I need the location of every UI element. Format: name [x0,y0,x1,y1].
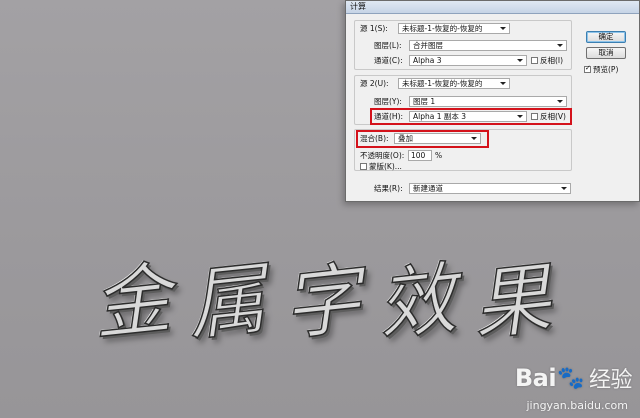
calculations-dialog: 计算 源 1(S): 未标题-1-恢复的-恢复的 图层(L): 合并图层 通道(… [345,0,640,202]
chevron-down-icon [500,27,506,30]
checkbox-icon [360,163,367,170]
paw-logo-icon: 🐾 [557,365,584,391]
artwork-char: 字 [277,253,366,352]
result-label: 结果(R): [374,184,403,193]
mask-checkbox[interactable]: 蒙版(K)... [360,161,402,172]
watermark-brand-left: Bai [514,364,557,392]
opacity-input[interactable]: 100 [408,150,432,161]
source1-layer-select[interactable]: 合并图层 [409,40,567,51]
result-select[interactable]: 新建通道 [409,183,571,194]
ok-button[interactable]: 确定 [586,31,626,43]
source2-layer-select[interactable]: 图层 1 [409,96,567,107]
source1-channel-select[interactable]: Alpha 3 [409,55,527,66]
source1-invert-checkbox[interactable]: 反相(I) [531,55,563,66]
source1-label: 源 1(S): [360,24,388,33]
source2-label: 源 2(U): [360,79,389,88]
artwork-char: 效 [372,253,461,352]
source1-layer-label: 图层(L): [374,41,402,50]
cancel-button[interactable]: 取消 [586,47,626,59]
opacity-unit: % [435,151,443,160]
chevron-down-icon [517,59,523,62]
chevron-down-icon [557,100,563,103]
source1-select[interactable]: 未标题-1-恢复的-恢复的 [398,23,510,34]
chevron-down-icon [561,187,567,190]
canvas: 金 属 字 效 果 Bai 🐾 经验 jingyan.baidu.com 计算 … [0,0,640,418]
artwork-char: 果 [467,253,556,352]
source2-select[interactable]: 未标题-1-恢复的-恢复的 [398,78,510,89]
source1-channel-label: 通道(C): [374,56,403,65]
channel2-highlight-box [370,108,572,125]
chevron-down-icon [500,82,506,85]
artwork-char: 属 [182,253,271,352]
source2-layer-label: 图层(Y): [374,97,402,106]
blending-highlight-box [356,130,489,148]
watermark-brand-right: 经验 [588,368,633,393]
preview-checkbox[interactable]: 预览(P) [584,64,618,75]
baidu-watermark: Bai 🐾 经验 [514,362,633,394]
chevron-down-icon [557,44,563,47]
dialog-title[interactable]: 计算 [346,1,639,14]
opacity-label: 不透明度(O): [360,151,405,160]
checkbox-icon [531,57,538,64]
metal-text-artwork: 金 属 字 效 果 [87,240,562,360]
watermark-url: jingyan.baidu.com [526,399,628,412]
artwork-char: 金 [87,253,176,352]
checkbox-checked-icon [584,64,591,73]
